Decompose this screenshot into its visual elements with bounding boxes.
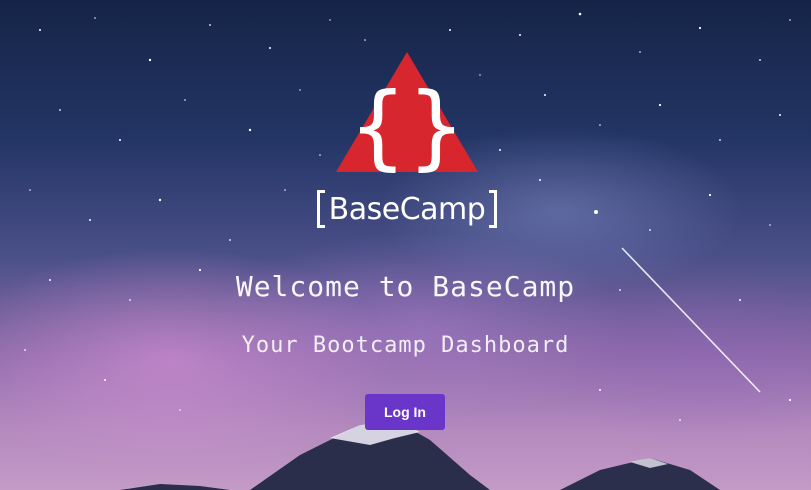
hero-section: {} BaseCamp Welcome to BaseCamp Your Boo…: [0, 0, 811, 490]
basecamp-logo-icon: {}: [336, 52, 478, 176]
left-bracket-icon: [317, 190, 325, 228]
page-subtitle: Your Bootcamp Dashboard: [241, 333, 570, 358]
right-bracket-icon: [489, 190, 497, 228]
page-title: Welcome to BaseCamp: [235, 270, 576, 303]
brand-wordmark: BaseCamp: [314, 188, 500, 232]
brand-name: BaseCamp: [328, 192, 486, 227]
logo-braces-glyph: {}: [348, 73, 465, 176]
login-button[interactable]: Log In: [365, 394, 445, 430]
